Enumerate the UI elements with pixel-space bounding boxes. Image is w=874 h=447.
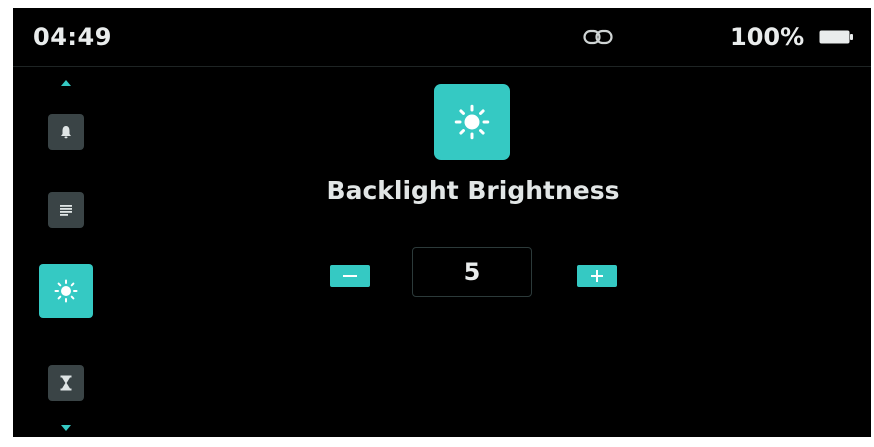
- brightness-header-icon: [434, 84, 510, 160]
- plus-icon: [591, 270, 603, 282]
- decrease-button[interactable]: [330, 265, 370, 287]
- sidebar-item-timer[interactable]: [48, 365, 84, 401]
- lines-icon: [60, 205, 72, 216]
- brightness-icon: [54, 279, 78, 303]
- link-icon: [583, 29, 613, 45]
- sidebar-item-text[interactable]: [48, 192, 84, 228]
- bell-icon: [61, 126, 71, 139]
- brightness-icon: [454, 104, 490, 140]
- battery-percent: 100%: [730, 23, 805, 51]
- status-bar: 04:49 100%: [13, 8, 871, 67]
- minus-icon: [343, 275, 357, 277]
- sidebar-item-brightness[interactable]: [39, 264, 93, 318]
- sidebar: [13, 66, 123, 437]
- brightness-value[interactable]: 5: [412, 247, 532, 297]
- increase-button[interactable]: [577, 265, 617, 287]
- device-screen: 04:49 100% Backlight Brightness 5: [13, 8, 871, 437]
- hourglass-icon: [60, 375, 72, 391]
- clock: 04:49: [33, 23, 112, 51]
- page-title: Backlight Brightness: [326, 176, 620, 205]
- arrow-up-icon[interactable]: [61, 80, 71, 86]
- sidebar-item-bell[interactable]: [48, 114, 84, 150]
- battery-icon: [819, 30, 853, 44]
- arrow-down-icon[interactable]: [61, 425, 71, 431]
